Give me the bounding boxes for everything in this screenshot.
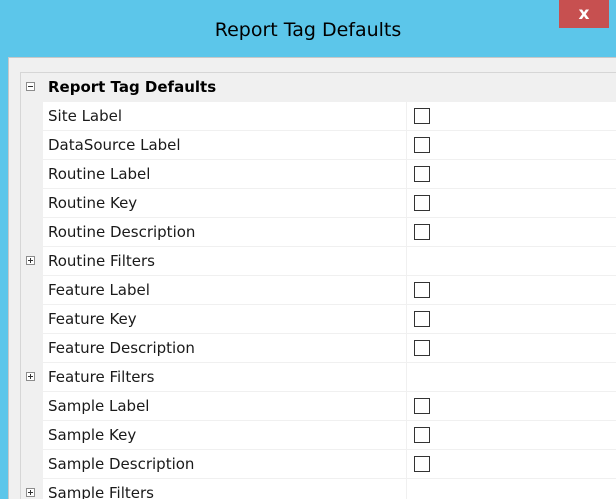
property-value-cell[interactable]: [407, 247, 616, 276]
group-row-feature-filters[interactable]: Feature Filters: [21, 363, 616, 392]
row-gutter: [21, 73, 43, 102]
checkbox[interactable]: [414, 456, 430, 472]
row-gutter: [21, 247, 43, 276]
checkbox[interactable]: [414, 137, 430, 153]
report-tag-defaults-window: Report Tag Defaults x Report Tag Default…: [0, 0, 616, 499]
property-row-sample-label[interactable]: Sample Label: [21, 392, 616, 421]
category-label: Report Tag Defaults: [48, 78, 217, 96]
property-label: Feature Key: [48, 310, 137, 328]
row-gutter: [21, 363, 43, 392]
row-gutter: [21, 421, 43, 450]
expand-icon[interactable]: [26, 488, 35, 497]
group-row-routine-filters[interactable]: Routine Filters: [21, 247, 616, 276]
property-value-cell[interactable]: [407, 189, 616, 218]
group-row-sample-filters[interactable]: Sample Filters: [21, 479, 616, 499]
property-value-cell[interactable]: [407, 276, 616, 305]
dialog-client-area: Report Tag Defaults Site Label DataSource…: [8, 57, 616, 499]
checkbox[interactable]: [414, 224, 430, 240]
checkbox[interactable]: [414, 398, 430, 414]
row-gutter: [21, 131, 43, 160]
property-value-cell[interactable]: [407, 218, 616, 247]
property-row-routine-description[interactable]: Routine Description: [21, 218, 616, 247]
property-label: Routine Filters: [48, 252, 155, 270]
row-gutter: [21, 305, 43, 334]
property-label: Sample Description: [48, 455, 195, 473]
property-row-routine-key[interactable]: Routine Key: [21, 189, 616, 218]
property-row-sample-description[interactable]: Sample Description: [21, 450, 616, 479]
collapse-icon[interactable]: [26, 82, 35, 91]
row-gutter: [21, 276, 43, 305]
property-row-datasource-label[interactable]: DataSource Label: [21, 131, 616, 160]
property-label: Routine Key: [48, 194, 138, 212]
property-value-cell[interactable]: [407, 479, 616, 499]
property-value-cell[interactable]: [407, 160, 616, 189]
category-row-report-tag-defaults[interactable]: Report Tag Defaults: [21, 73, 616, 102]
property-value-cell[interactable]: [407, 421, 616, 450]
row-gutter: [21, 218, 43, 247]
property-row-routine-label[interactable]: Routine Label: [21, 160, 616, 189]
row-gutter: [21, 102, 43, 131]
title-bar[interactable]: Report Tag Defaults x: [0, 0, 616, 57]
checkbox[interactable]: [414, 195, 430, 211]
checkbox[interactable]: [414, 340, 430, 356]
property-row-feature-description[interactable]: Feature Description: [21, 334, 616, 363]
row-gutter: [21, 189, 43, 218]
row-gutter: [21, 160, 43, 189]
property-label: Sample Label: [48, 397, 150, 415]
checkbox[interactable]: [414, 108, 430, 124]
property-row-sample-key[interactable]: Sample Key: [21, 421, 616, 450]
property-label: Feature Filters: [48, 368, 155, 386]
property-row-feature-key[interactable]: Feature Key: [21, 305, 616, 334]
expand-icon[interactable]: [26, 256, 35, 265]
property-label: Routine Description: [48, 223, 196, 241]
property-label: Sample Filters: [48, 484, 154, 499]
checkbox[interactable]: [414, 311, 430, 327]
row-gutter: [21, 450, 43, 479]
close-button[interactable]: x: [559, 0, 609, 28]
expand-icon[interactable]: [26, 372, 35, 381]
property-row-site-label[interactable]: Site Label: [21, 102, 616, 131]
property-value-cell[interactable]: [407, 363, 616, 392]
property-label: Site Label: [48, 107, 123, 125]
property-label: Routine Label: [48, 165, 151, 183]
checkbox[interactable]: [414, 427, 430, 443]
property-value-cell[interactable]: [407, 392, 616, 421]
property-value-cell[interactable]: [407, 102, 616, 131]
row-gutter: [21, 479, 43, 499]
row-gutter: [21, 392, 43, 421]
row-gutter: [21, 334, 43, 363]
property-value-cell[interactable]: [407, 305, 616, 334]
property-label: Feature Label: [48, 281, 150, 299]
window-title: Report Tag Defaults: [214, 19, 402, 41]
property-row-feature-label[interactable]: Feature Label: [21, 276, 616, 305]
property-value-cell[interactable]: [407, 450, 616, 479]
property-value-cell[interactable]: [407, 131, 616, 160]
checkbox[interactable]: [414, 282, 430, 298]
property-value-cell[interactable]: [407, 334, 616, 363]
property-label: Sample Key: [48, 426, 137, 444]
property-label: Feature Description: [48, 339, 195, 357]
property-label: DataSource Label: [48, 136, 181, 154]
checkbox[interactable]: [414, 166, 430, 182]
property-grid: Report Tag Defaults Site Label DataSource…: [20, 72, 616, 499]
